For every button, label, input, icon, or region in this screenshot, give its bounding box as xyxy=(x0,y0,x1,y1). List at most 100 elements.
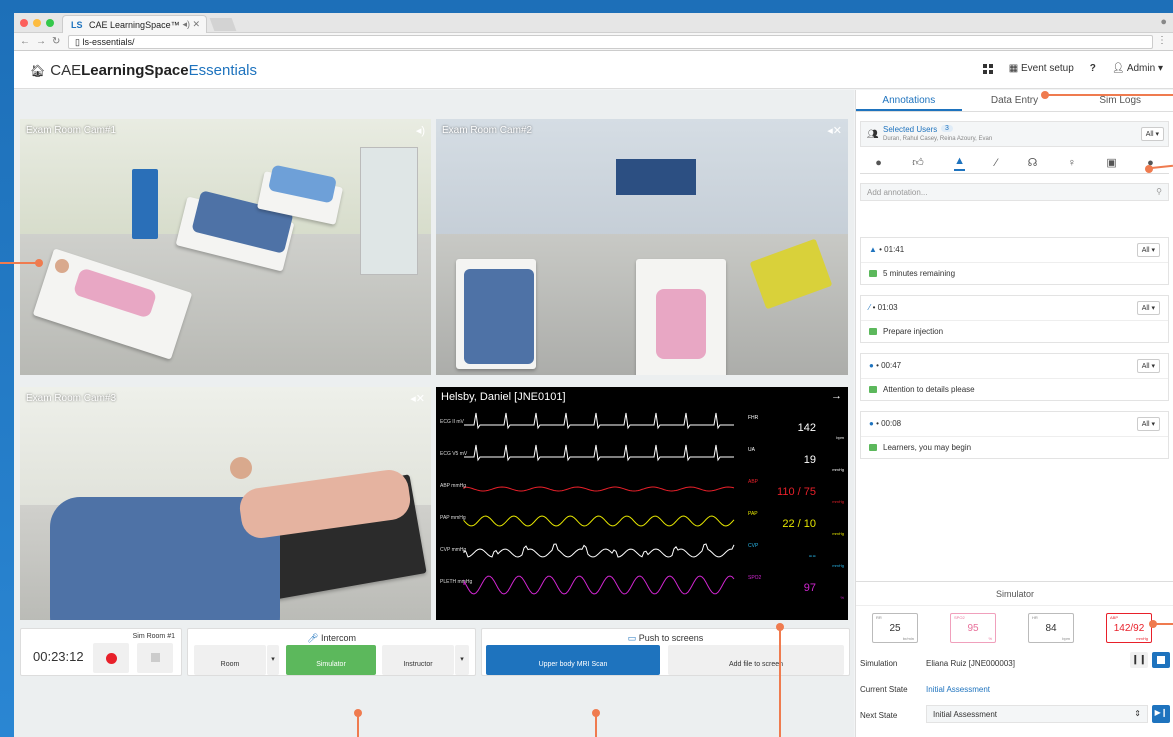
users-filter-dropdown[interactable]: All ▾ xyxy=(1140,127,1164,141)
simulator-button[interactable]: Simulator xyxy=(286,645,376,675)
camera-feed-3[interactable]: Exam Room Cam#3 ◂✕ xyxy=(20,387,431,649)
camera-feed-1[interactable]: Exam Room Cam#1 ◂) xyxy=(20,119,431,375)
selected-users[interactable]: 👥︎ Selected Users 3 Duran, Rahul Casey, … xyxy=(860,121,1169,147)
reload-icon[interactable]: ↻ xyxy=(52,36,60,47)
tab-close-icon[interactable]: ◂) ✕ xyxy=(182,19,200,30)
selected-users-names: Duran, Rahul Casey, Reina Azoury, Evan xyxy=(883,136,993,142)
param-label: PAP xyxy=(748,511,758,517)
waveform-ua xyxy=(464,444,734,462)
help-button[interactable]: ? xyxy=(1090,63,1096,74)
annotation-filter[interactable]: All ▾ xyxy=(1136,243,1160,257)
tab-bar: LS CAE LearningSpace™ ◂) ✕ ● xyxy=(14,13,1173,33)
message-icon xyxy=(869,386,877,393)
vital-value: -- xyxy=(809,550,817,562)
simulation-label: Simulation xyxy=(860,659,898,668)
lightbulb-icon[interactable]: ♀ xyxy=(1068,157,1076,169)
waveform-cvp xyxy=(463,543,735,558)
tab-annotations[interactable]: Annotations xyxy=(856,90,962,111)
header-actions: ▦ Event setup ? 👤︎ Admin ▾ xyxy=(982,63,1163,74)
param-label: CVP xyxy=(748,543,759,549)
screen-icon: ▭ xyxy=(627,633,637,643)
stop-button[interactable] xyxy=(137,643,173,673)
next-state-select[interactable]: Initial Assessment ⇕ xyxy=(926,705,1148,723)
thumbs-up-icon[interactable]: 👍︎ xyxy=(912,156,924,169)
annotation-filter[interactable]: All ▾ xyxy=(1136,301,1160,315)
stop-sim-button[interactable] xyxy=(1152,652,1170,668)
search-icon[interactable]: ⚲ xyxy=(1156,187,1162,196)
mute-icon[interactable]: ◂✕ xyxy=(827,124,842,137)
speaker-icon[interactable]: ◂) xyxy=(416,124,425,137)
browser-tab[interactable]: LS CAE LearningSpace™ ◂) ✕ xyxy=(62,15,207,33)
app-logo[interactable]: 🏠︎ CAELearningSpaceEssentials xyxy=(30,62,257,79)
home-icon[interactable]: 🏠︎ xyxy=(30,64,45,78)
room-dropdown[interactable]: ▾ xyxy=(267,645,279,675)
vital-unit: % xyxy=(988,636,992,641)
minimize-window-icon[interactable] xyxy=(33,19,41,27)
vital-unit: mmHg xyxy=(1136,636,1148,641)
warning-icon: ▲ xyxy=(869,245,877,254)
current-state-row: Current State Initial Assessment xyxy=(860,685,990,694)
patient-monitor[interactable]: Helsby, Daniel [JNE0101] → ECG II mV FHR 1… xyxy=(436,387,848,649)
comment-icon: ● xyxy=(869,419,874,428)
next-state-button[interactable]: ▶❙ xyxy=(1152,705,1170,723)
annotation-filter[interactable]: All ▾ xyxy=(1136,359,1160,373)
room-button[interactable]: Room xyxy=(194,645,266,675)
back-icon[interactable]: ← xyxy=(20,36,30,47)
user-menu[interactable]: 👤︎ Admin ▾ xyxy=(1112,63,1163,74)
forward-icon[interactable]: → xyxy=(36,36,46,47)
annotation-item[interactable]: ▲ • 01:41 All ▾ 5 minutes remaining xyxy=(860,237,1169,285)
tab-favicon: LS xyxy=(71,20,83,30)
wave-label: PLETH mmHg xyxy=(440,579,472,585)
comment-icon[interactable]: ● xyxy=(875,157,882,169)
new-tab-button[interactable] xyxy=(209,18,237,31)
maximize-window-icon[interactable] xyxy=(46,19,54,27)
annotation-text: Prepare injection xyxy=(883,327,944,336)
wave-label: CVP mmHg xyxy=(440,547,467,553)
window-controls[interactable] xyxy=(20,19,54,27)
browser-menu-icon[interactable]: ⋮ xyxy=(1157,35,1167,46)
instructor-dropdown[interactable]: ▾ xyxy=(455,645,469,675)
vital-label: HR xyxy=(1032,615,1038,620)
event-setup-label: Event setup xyxy=(1020,63,1074,74)
annotation-text-row: Prepare injection xyxy=(869,327,943,336)
camera-feed-2[interactable]: Exam Room Cam#2 ◂✕ xyxy=(436,119,848,375)
upper-body-mri-button[interactable]: Upper body MRI Scan xyxy=(486,645,660,675)
callout-line xyxy=(779,627,781,737)
add-file-button[interactable]: Add file to screen xyxy=(668,645,844,675)
param-label: UA xyxy=(748,447,756,453)
warning-icon[interactable]: ▲ xyxy=(954,155,965,171)
waveform-pap xyxy=(463,515,735,527)
annotation-item[interactable]: ● • 00:08 All ▾ Learners, you may begin xyxy=(860,411,1169,459)
close-window-icon[interactable] xyxy=(20,19,28,27)
record-button[interactable] xyxy=(93,643,129,673)
profile-icon[interactable]: ● xyxy=(1160,16,1167,28)
current-state-value: Initial Assessment xyxy=(926,685,991,694)
wave-label: ABP mmHg xyxy=(440,483,466,489)
stethoscope-icon[interactable]: ☊ xyxy=(1028,156,1038,169)
url-input[interactable]: ▯ ls-essentials/ xyxy=(68,35,1153,49)
waveform-area: ECG II mV FHR 142 bpm ECG V5 mV UA 19 mmHg ABP m… xyxy=(440,412,845,647)
tab-title: CAE LearningSpace™ xyxy=(89,20,180,30)
annotation-text: 5 minutes remaining xyxy=(883,269,956,278)
pause-button[interactable]: ❙❙ xyxy=(1130,652,1148,668)
event-setup-button[interactable]: ▦ Event setup xyxy=(1009,63,1074,74)
grid-view-icon[interactable] xyxy=(982,63,993,74)
medkit-icon[interactable]: ▣ xyxy=(1106,156,1116,169)
syringe-icon[interactable]: ⁄ xyxy=(995,157,997,169)
annotation-input[interactable]: Add annotation... ⚲ xyxy=(860,183,1169,201)
intercom-card: 🎤︎ Intercom Room ▾ Simulator Instructor … xyxy=(187,628,476,676)
comment-icon: ● xyxy=(869,361,874,370)
mute-icon[interactable]: ◂✕ xyxy=(410,392,425,405)
vital-value: 97 xyxy=(804,582,816,594)
url-text: ls-essentials/ xyxy=(82,37,135,47)
vital-label: ABP xyxy=(1110,615,1119,620)
annotation-filter[interactable]: All ▾ xyxy=(1136,417,1160,431)
browser-window: LS CAE LearningSpace™ ◂) ✕ ● ← → ↻ ▯ ls-… xyxy=(14,13,1173,737)
vital-value: 142/92 xyxy=(1113,623,1145,634)
next-state-row: Next State xyxy=(860,711,897,720)
annotation-item[interactable]: ⁄ • 01:03 All ▾ Prepare injection xyxy=(860,295,1169,343)
vital-value: 22 / 10 xyxy=(782,518,816,530)
waveform-abp xyxy=(463,486,735,492)
instructor-button[interactable]: Instructor xyxy=(382,645,454,675)
annotation-item[interactable]: ● • 00:47 All ▾ Attention to details ple… xyxy=(860,353,1169,401)
